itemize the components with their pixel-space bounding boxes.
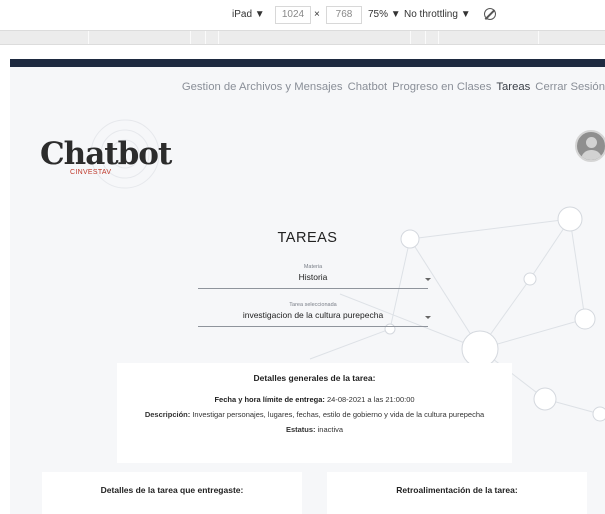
rotate-icon[interactable] — [484, 8, 496, 20]
feedback-card: Retroalimentación de la tarea: — [327, 472, 587, 514]
zoom-select[interactable]: 75% ▼ — [368, 9, 401, 20]
page-title: TAREAS — [277, 230, 338, 246]
delivered-task-heading: Detalles de la tarea que entregaste: — [100, 485, 244, 495]
nav-chatbot[interactable]: Chatbot — [348, 81, 388, 97]
nav-cerrar-sesion[interactable]: Cerrar Sesión — [535, 81, 605, 97]
materia-label: Materia — [303, 264, 323, 270]
delivered-task-card: Detalles de la tarea que entregaste: — [42, 472, 302, 514]
chevron-down-icon — [425, 278, 431, 281]
status-row: Estatus: inactiva — [117, 425, 512, 434]
height-input[interactable]: 768 — [326, 6, 362, 24]
status-label: Estatus: — [285, 425, 316, 434]
dimension-times-label: × — [314, 9, 320, 20]
nav-gestion-archivos[interactable]: Gestion de Archivos y Mensajes — [182, 81, 343, 97]
tarea-select[interactable]: Tarea seleccionada investigacion de la c… — [198, 302, 431, 327]
task-details-heading: Detalles generales de la tarea: — [253, 373, 376, 383]
user-avatar[interactable] — [575, 130, 605, 162]
nav-tareas[interactable]: Tareas — [496, 81, 530, 97]
status-value: inactiva — [315, 425, 344, 434]
due-date-label: Fecha y hora límite de entrega: — [214, 395, 325, 404]
tarea-label: Tarea seleccionada — [289, 302, 337, 308]
width-input[interactable]: 1024 — [275, 6, 311, 24]
task-details-card: Detalles generales de la tarea: Fecha y … — [117, 363, 512, 463]
due-date-value: 24-08-2021 a las 21:00:00 — [324, 395, 415, 404]
main-nav: Gestion de Archivos y Mensajes Chatbot P… — [182, 81, 605, 97]
nav-progreso-clases[interactable]: Progreso en Clases — [392, 81, 491, 97]
materia-value: Historia — [298, 272, 328, 282]
feedback-heading: Retroalimentación de la tarea: — [396, 485, 518, 495]
logo-text: Chatbot — [40, 136, 172, 172]
description-row: Descripción: Investigar personajes, luga… — [117, 410, 512, 419]
device-select[interactable]: iPad ▼ — [232, 9, 265, 20]
throttling-select[interactable]: No throttling ▼ — [404, 9, 471, 20]
tarea-value: investigacion de la cultura purepecha — [242, 310, 384, 320]
chevron-down-icon — [425, 316, 431, 319]
media-query-ruler — [0, 30, 605, 45]
description-value: Investigar personajes, lugares, fechas, … — [190, 410, 485, 419]
devtools-toolbar: iPad ▼ 1024 × 768 75% ▼ No throttling ▼ — [0, 0, 605, 30]
materia-select[interactable]: Materia Historia — [198, 264, 431, 289]
page-viewport: Gestion de Archivos y Mensajes Chatbot P… — [10, 59, 605, 514]
chatbot-logo[interactable]: Chatbot CINVESTAV — [40, 136, 172, 177]
description-label: Descripción: — [144, 410, 191, 419]
due-date-row: Fecha y hora límite de entrega: 24-08-20… — [117, 395, 512, 404]
